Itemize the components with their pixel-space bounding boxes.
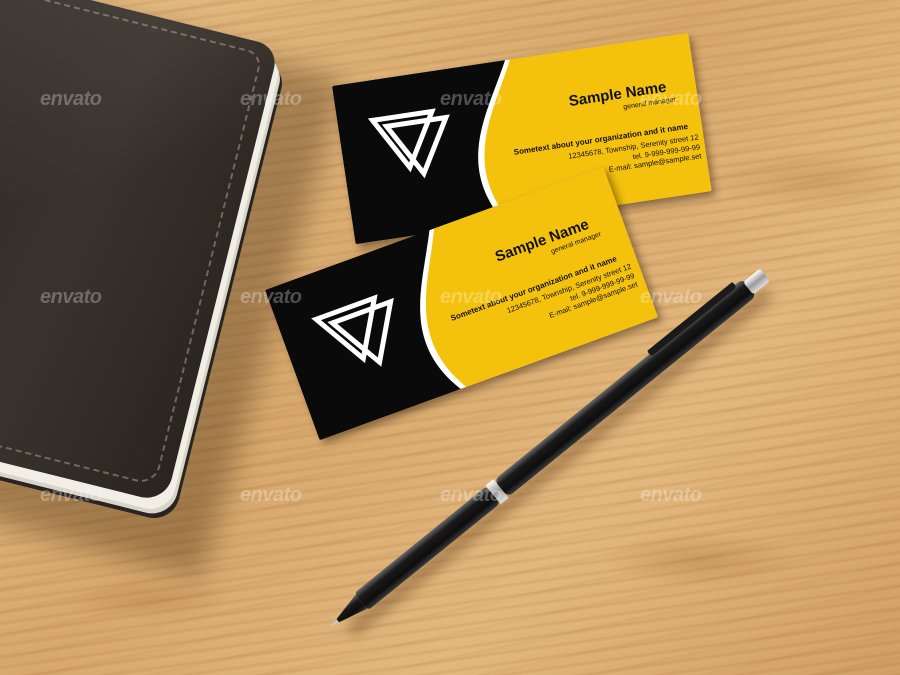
- watermark: envato: [640, 286, 702, 308]
- watermark: envato: [640, 484, 702, 506]
- watermark: envato: [440, 484, 502, 506]
- watermark: envato: [240, 88, 302, 110]
- desk-scene: Sample Name general manager Sometext abo…: [0, 0, 900, 675]
- watermark: envato: [640, 88, 702, 110]
- watermark: envato: [40, 286, 102, 308]
- watermark: envato: [40, 88, 102, 110]
- watermark: envato: [440, 88, 502, 110]
- watermark: envato: [440, 286, 502, 308]
- watermark: envato: [240, 484, 302, 506]
- watermark: envato: [240, 286, 302, 308]
- watermark: envato: [40, 484, 102, 506]
